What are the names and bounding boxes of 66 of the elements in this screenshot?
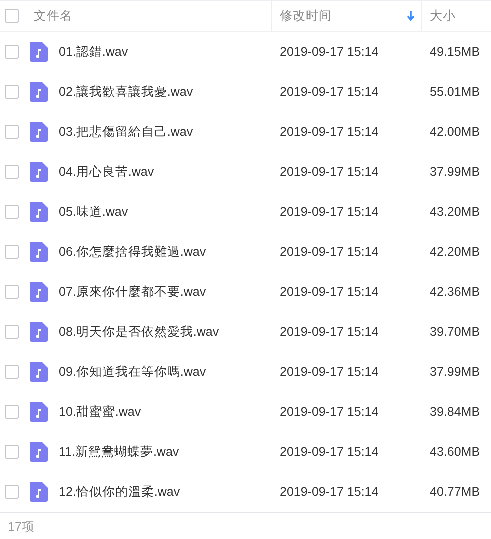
file-name[interactable]: 04.用心良苦.wav xyxy=(59,164,154,180)
file-size: 43.60MB xyxy=(430,445,480,459)
row-checkbox[interactable] xyxy=(5,85,19,99)
file-name[interactable]: 08.明天你是否依然愛我.wav xyxy=(59,324,220,340)
file-size: 42.20MB xyxy=(430,245,480,259)
modified-date: 2019-09-17 15:14 xyxy=(280,125,379,139)
file-name[interactable]: 11.新鴛鴦蝴蝶夢.wav xyxy=(59,444,180,460)
file-name[interactable]: 10.甜蜜蜜.wav xyxy=(59,404,142,420)
audio-file-icon xyxy=(30,82,48,102)
audio-file-icon xyxy=(30,322,48,342)
audio-file-icon xyxy=(30,242,48,262)
row-checkbox[interactable] xyxy=(5,165,19,179)
file-size: 39.70MB xyxy=(430,325,480,339)
file-name[interactable]: 05.味道.wav xyxy=(59,204,128,220)
audio-file-icon xyxy=(30,482,48,502)
row-checkbox[interactable] xyxy=(5,205,19,219)
file-size: 42.36MB xyxy=(430,285,480,299)
column-header[interactable]: 大小 xyxy=(422,1,491,31)
modified-date: 2019-09-17 15:14 xyxy=(280,405,379,419)
file-name[interactable]: 09.你知道我在等你嗎.wav xyxy=(59,364,206,380)
column-header[interactable]: 文件名 xyxy=(30,1,272,31)
file-size: 42.00MB xyxy=(430,125,480,139)
file-size: 40.77MB xyxy=(430,485,480,499)
modified-date: 2019-09-17 15:14 xyxy=(280,45,379,59)
row-checkbox[interactable] xyxy=(5,285,19,299)
audio-file-icon xyxy=(30,362,48,382)
audio-file-icon xyxy=(30,162,48,182)
file-size: 55.01MB xyxy=(430,85,480,99)
modified-date: 2019-09-17 15:14 xyxy=(280,245,379,259)
modified-date: 2019-09-17 15:14 xyxy=(280,85,379,99)
column-header[interactable]: 修改时间 xyxy=(272,1,422,31)
modified-date: 2019-09-17 15:14 xyxy=(280,325,379,339)
modified-date: 2019-09-17 15:14 xyxy=(280,205,379,219)
file-size: 37.99MB xyxy=(430,165,480,179)
audio-file-icon xyxy=(30,202,48,222)
file-name[interactable]: 12.恰似你的溫柔.wav xyxy=(59,484,180,500)
file-name[interactable]: 01.認錯.wav xyxy=(59,44,128,60)
file-name[interactable]: 06.你怎麼捨得我難過.wav xyxy=(59,244,206,260)
row-checkbox[interactable] xyxy=(5,325,19,339)
audio-file-icon xyxy=(30,402,48,422)
select-all-checkbox[interactable] xyxy=(5,9,19,23)
audio-file-icon xyxy=(30,122,48,142)
file-size: 37.99MB xyxy=(430,365,480,379)
file-size: 39.84MB xyxy=(430,405,480,419)
file-name[interactable]: 02.讓我歡喜讓我憂.wav xyxy=(59,84,194,100)
row-checkbox[interactable] xyxy=(5,365,19,379)
row-checkbox[interactable] xyxy=(5,485,19,499)
row-checkbox[interactable] xyxy=(5,405,19,419)
file-size: 49.15MB xyxy=(430,45,480,59)
modified-date: 2019-09-17 15:14 xyxy=(280,285,379,299)
modified-date: 2019-09-17 15:14 xyxy=(280,365,379,379)
row-checkbox[interactable] xyxy=(5,445,19,459)
sort-down-icon xyxy=(407,10,415,22)
modified-date: 2019-09-17 15:14 xyxy=(280,445,379,459)
file-name[interactable]: 07.原來你什麼都不要.wav xyxy=(59,284,206,300)
file-name[interactable]: 03.把悲傷留給自己.wav xyxy=(59,124,194,140)
modified-date: 2019-09-17 15:14 xyxy=(280,165,379,179)
modified-date: 2019-09-17 15:14 xyxy=(280,485,379,499)
file-size: 43.20MB xyxy=(430,205,480,219)
audio-file-icon xyxy=(30,442,48,462)
row-checkbox[interactable] xyxy=(5,245,19,259)
row-checkbox[interactable] xyxy=(5,45,19,59)
audio-file-icon xyxy=(30,42,48,62)
item-count: 17项 xyxy=(8,520,35,534)
row-checkbox[interactable] xyxy=(5,125,19,139)
audio-file-icon xyxy=(30,282,48,302)
